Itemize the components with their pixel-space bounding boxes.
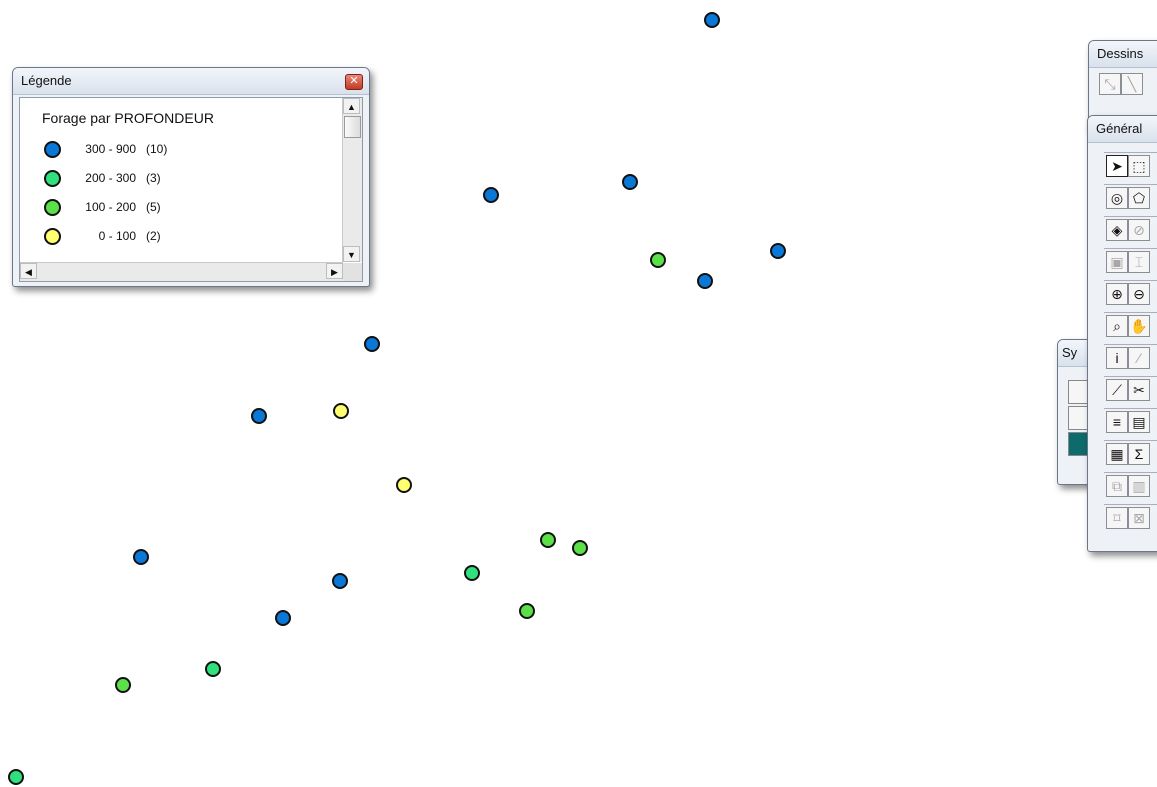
drill-point[interactable] — [622, 174, 638, 190]
legend-panel: Forage par PROFONDEUR 300 - 900 (10) 200… — [19, 97, 363, 282]
legend-swatch-icon — [44, 228, 61, 245]
tool-row: ⧉ ▥ — [1104, 472, 1157, 500]
layout-designer-icon[interactable]: ▥ — [1128, 475, 1150, 497]
drill-point[interactable] — [275, 610, 291, 626]
polygon-select-icon[interactable]: ⬠ — [1128, 187, 1150, 209]
drill-point[interactable] — [8, 769, 24, 785]
layer-control-icon[interactable]: ≡ — [1106, 411, 1128, 433]
legend-swatch-icon — [44, 141, 61, 158]
legend-manager-icon[interactable]: ▦ — [1106, 443, 1128, 465]
dessins-toolbar: ⤡ ╲ — [1099, 71, 1157, 101]
drill-point[interactable] — [540, 532, 556, 548]
scroll-thumb[interactable] — [344, 116, 361, 138]
legend-window: Légende ✕ Forage par PROFONDEUR 300 - 90… — [12, 67, 370, 287]
close-icon[interactable]: ✕ — [345, 74, 363, 90]
scroll-right-icon[interactable]: ▶ — [326, 263, 343, 279]
scroll-up-icon[interactable]: ▲ — [343, 98, 360, 114]
dessins-title[interactable]: Dessins — [1089, 41, 1157, 68]
symbol-tool-icon[interactable]: ⤡ — [1099, 73, 1121, 95]
tool-row: ▣ ⌶ — [1104, 248, 1157, 276]
drill-point[interactable] — [704, 12, 720, 28]
drill-point[interactable] — [464, 565, 480, 581]
tool-row: ▦ Σ — [1104, 440, 1157, 468]
drill-point[interactable] — [115, 677, 131, 693]
horizontal-scrollbar[interactable]: ◀ ▶ — [20, 262, 343, 281]
invert-select-icon[interactable]: ⊘ — [1128, 219, 1150, 241]
set-target-icon[interactable]: ⊠ — [1128, 507, 1150, 529]
label-tool-icon[interactable]: ⌶ — [1128, 251, 1150, 273]
drill-point[interactable] — [332, 573, 348, 589]
drill-point[interactable] — [251, 408, 267, 424]
drill-point[interactable] — [205, 661, 221, 677]
legend-item-range: 200 - 300 — [85, 171, 136, 185]
legend-item-count: (10) — [146, 142, 168, 156]
legend-content: Forage par PROFONDEUR 300 - 900 (10) 200… — [20, 98, 343, 262]
statistics-sum-icon[interactable]: Σ — [1128, 443, 1150, 465]
drill-point[interactable] — [133, 549, 149, 565]
hotlink-icon[interactable]: ⁄ — [1128, 347, 1150, 369]
drill-point[interactable] — [333, 403, 349, 419]
marquee-select-icon[interactable]: ⬚ — [1128, 155, 1150, 177]
scroll-corner — [343, 263, 362, 281]
radius-select-icon[interactable]: ◎ — [1106, 187, 1128, 209]
change-view-icon[interactable]: ⌕ — [1106, 315, 1128, 337]
zoom-out-icon[interactable]: ⊖ — [1128, 283, 1150, 305]
boundary-select-icon[interactable]: ◈ — [1106, 219, 1128, 241]
tool-row: ◎ ⬠ — [1104, 184, 1157, 212]
legend-swatch-icon — [44, 170, 61, 187]
legend-item-count: (2) — [146, 229, 161, 243]
legend-swatch-icon — [44, 199, 61, 216]
clip-region-icon[interactable]: ⌑ — [1106, 507, 1128, 529]
arrow-select-icon[interactable]: ➤ — [1106, 155, 1128, 177]
legend-heading: Forage par PROFONDEUR — [42, 110, 214, 126]
legend-item-range: 300 - 900 — [85, 142, 136, 156]
drill-point[interactable] — [519, 603, 535, 619]
vertical-scrollbar[interactable]: ▲ ▼ — [342, 98, 362, 262]
legend-item-count: (5) — [146, 200, 161, 214]
graph-select-icon[interactable]: ▣ — [1106, 251, 1128, 273]
scroll-left-icon[interactable]: ◀ — [20, 263, 37, 279]
tool-row: ◈ ⊘ — [1104, 216, 1157, 244]
tool-row: ⟋ ✂ — [1104, 376, 1157, 404]
drill-point[interactable] — [396, 477, 412, 493]
general-title[interactable]: Général — [1088, 116, 1157, 143]
drill-point[interactable] — [364, 336, 380, 352]
drill-point[interactable] — [572, 540, 588, 556]
tool-row: ⊕ ⊖ — [1104, 280, 1157, 308]
drill-point[interactable] — [650, 252, 666, 268]
legend-item-range: 100 - 200 — [85, 200, 136, 214]
grabber-hand-icon[interactable]: ✋ — [1128, 315, 1150, 337]
tool-row: ⌕ ✋ — [1104, 312, 1157, 340]
drill-point[interactable] — [483, 187, 499, 203]
show-statistics-icon[interactable]: ▤ — [1128, 411, 1150, 433]
ruler-icon[interactable]: ⟋ — [1106, 379, 1128, 401]
info-tool-icon[interactable]: i — [1106, 347, 1128, 369]
drag-window-icon[interactable]: ✂ — [1128, 379, 1150, 401]
legend-title-bar[interactable]: Légende — [13, 68, 369, 95]
general-palette: Général ➤ ⬚ ◎ ⬠ ◈ ⊘ ▣ ⌶ ⊕ ⊖ ⌕ ✋ i ⁄ ⟋ ✂ ≡ ▤ ▦ Σ ⧉ ▥ ⌑ ⊠ — [1087, 115, 1157, 552]
drill-point[interactable] — [770, 243, 786, 259]
tool-row: ➤ ⬚ — [1104, 152, 1157, 180]
legend-item-range: 0 - 100 — [98, 229, 136, 243]
legend-designer-icon[interactable]: ⧉ — [1106, 475, 1128, 497]
scroll-down-icon[interactable]: ▼ — [343, 246, 360, 262]
zoom-in-icon[interactable]: ⊕ — [1106, 283, 1128, 305]
line-tool-icon[interactable]: ╲ — [1121, 73, 1143, 95]
tool-row: ⌑ ⊠ — [1104, 504, 1157, 532]
drill-point[interactable] — [697, 273, 713, 289]
tool-row: ≡ ▤ — [1104, 408, 1157, 436]
tool-row: i ⁄ — [1104, 344, 1157, 372]
legend-item-count: (3) — [146, 171, 161, 185]
